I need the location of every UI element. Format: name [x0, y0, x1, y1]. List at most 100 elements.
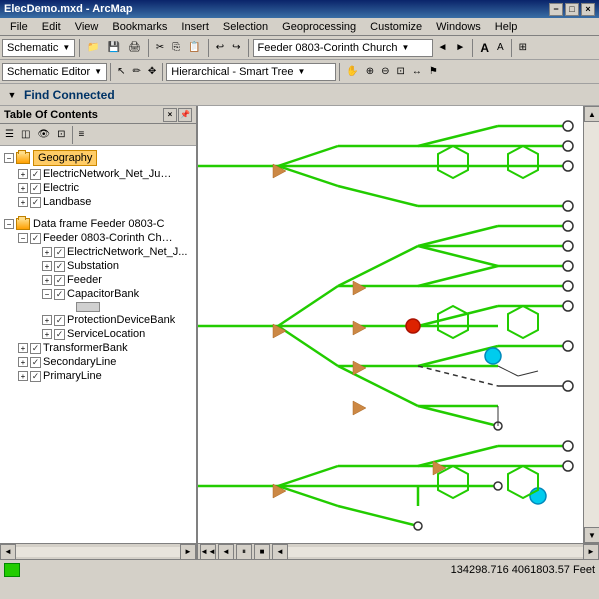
close-button[interactable]: ×	[581, 3, 595, 16]
menu-view[interactable]: View	[69, 20, 105, 34]
scroll-down-button[interactable]: ▼	[584, 527, 599, 543]
paste-button[interactable]: 📋	[185, 38, 203, 58]
substation-expander[interactable]: +	[42, 261, 52, 271]
toc-group-dataframe-header[interactable]: − Data frame Feeder 0803-C	[0, 217, 196, 231]
menu-edit[interactable]: Edit	[36, 20, 67, 34]
map-canvas[interactable]	[198, 106, 583, 543]
toc-item-en-net-j[interactable]: + ElectricNetwork_Net_J...	[38, 245, 196, 259]
menu-windows[interactable]: Windows	[430, 20, 487, 34]
toc-sel-btn[interactable]: ⊡	[54, 125, 68, 145]
electric-expander[interactable]: +	[18, 183, 28, 193]
minimize-button[interactable]: −	[549, 3, 563, 16]
en-junc-checkbox[interactable]	[30, 169, 41, 180]
smart-tree-dropdown[interactable]: Hierarchical - Smart Tree ▼	[166, 63, 336, 81]
schematic-dropdown[interactable]: Schematic ▼	[2, 39, 75, 57]
landbase-checkbox[interactable]	[30, 197, 41, 208]
move-tool[interactable]: ✥	[145, 62, 159, 82]
menu-insert[interactable]: Insert	[175, 20, 215, 34]
feeder-group-checkbox[interactable]	[30, 233, 41, 244]
scroll-right-button[interactable]: ►	[583, 544, 599, 560]
feeder-expander[interactable]: +	[42, 275, 52, 285]
open-button[interactable]: 📁	[84, 38, 102, 58]
font-small-button[interactable]: A	[494, 38, 507, 58]
zoom-pan-tool[interactable]: ✋	[343, 62, 361, 82]
redo-button[interactable]: ↪	[229, 38, 243, 58]
capacitorbank-checkbox[interactable]	[54, 289, 65, 300]
primaryline-checkbox[interactable]	[30, 371, 41, 382]
toc-item-transformerbank[interactable]: + TransformerBank	[14, 341, 196, 355]
print-button[interactable]: 🖨	[125, 38, 144, 58]
toc-item-landbase[interactable]: + Landbase	[14, 195, 196, 209]
toc-scroll-right[interactable]: ►	[180, 544, 196, 560]
undo-button[interactable]: ↩	[213, 38, 227, 58]
menu-customize[interactable]: Customize	[364, 20, 428, 34]
flag-tool[interactable]: ⚑	[426, 62, 441, 82]
toc-item-feeder[interactable]: + Feeder	[38, 273, 196, 287]
menu-help[interactable]: Help	[489, 20, 524, 34]
servicelocation-expander[interactable]: +	[42, 329, 52, 339]
secondaryline-checkbox[interactable]	[30, 357, 41, 368]
nav-first-button[interactable]: ◄◄	[200, 544, 216, 560]
menu-geoprocessing[interactable]: Geoprocessing	[276, 20, 362, 34]
landbase-expander[interactable]: +	[18, 197, 28, 207]
scroll-up-button[interactable]: ▲	[584, 106, 599, 122]
secondaryline-expander[interactable]: +	[18, 357, 28, 367]
toc-close-button[interactable]: ×	[163, 108, 177, 122]
feeder-checkbox[interactable]	[54, 275, 65, 286]
toc-visibility-btn[interactable]: 👁	[34, 125, 53, 145]
toc-options-btn[interactable]: ≡	[76, 125, 88, 145]
find-connected-expand[interactable]: ▼	[4, 87, 20, 103]
nav-stop-button[interactable]: ■	[254, 544, 270, 560]
grid-button[interactable]: ⊞	[516, 38, 530, 58]
feeder-dropdown[interactable]: Feeder 0803-Corinth Church ▼	[253, 39, 433, 57]
toc-item-substation[interactable]: + Substation	[38, 259, 196, 273]
menu-bookmarks[interactable]: Bookmarks	[106, 20, 173, 34]
zoom-extent-tool[interactable]: ⊡	[393, 62, 407, 82]
transformerbank-checkbox[interactable]	[30, 343, 41, 354]
nav-play-button[interactable]: ⏸	[236, 544, 252, 560]
feeder-nav-prev[interactable]: ◄	[435, 38, 451, 58]
protectiondevicebank-checkbox[interactable]	[54, 315, 65, 326]
scroll-track-vertical[interactable]	[584, 122, 599, 527]
route-tool[interactable]: ↔	[409, 62, 425, 82]
zoom-in-tool[interactable]: ⊕	[363, 62, 377, 82]
en-junc-expander[interactable]: +	[18, 169, 28, 179]
toc-source-btn[interactable]: ◫	[18, 125, 33, 145]
toc-item-primaryline[interactable]: + PrimaryLine	[14, 369, 196, 383]
toc-item-electric[interactable]: + Electric	[14, 181, 196, 195]
nav-prev-button[interactable]: ◄	[218, 544, 234, 560]
en-net-j-checkbox[interactable]	[54, 247, 65, 258]
toc-item-electricnetwork-junc[interactable]: + ElectricNetwork_Net_Junc...	[14, 167, 196, 181]
menu-selection[interactable]: Selection	[217, 20, 274, 34]
protectiondevicebank-expander[interactable]: +	[42, 315, 52, 325]
feeder-group-expander[interactable]: −	[18, 233, 28, 243]
en-net-j-expander[interactable]: +	[42, 247, 52, 257]
transformerbank-expander[interactable]: +	[18, 343, 28, 353]
toc-item-servicelocation[interactable]: + ServiceLocation	[38, 327, 196, 341]
schematic-editor-dropdown[interactable]: Schematic Editor ▼	[2, 63, 107, 81]
select-tool[interactable]: ↖	[114, 62, 128, 82]
toc-scroll-left[interactable]: ◄	[0, 544, 16, 560]
cut-button[interactable]: ✂	[153, 38, 167, 58]
save-button[interactable]: 💾	[105, 38, 123, 58]
horizontal-scroll-track[interactable]	[288, 547, 583, 557]
zoom-out-tool[interactable]: ⊖	[378, 62, 392, 82]
toc-dock-button[interactable]: 📌	[178, 108, 192, 122]
substation-checkbox[interactable]	[54, 261, 65, 272]
menu-file[interactable]: File	[4, 20, 34, 34]
feeder-nav-next[interactable]: ►	[452, 38, 468, 58]
capacitorbank-expander[interactable]: −	[42, 289, 52, 299]
toc-item-capacitorbank[interactable]: − CapacitorBank	[38, 287, 196, 301]
maximize-button[interactable]: □	[565, 3, 579, 16]
font-a-button[interactable]: A	[477, 38, 492, 58]
primaryline-expander[interactable]: +	[18, 371, 28, 381]
toc-item-secondaryline[interactable]: + SecondaryLine	[14, 355, 196, 369]
dataframe-expander[interactable]: −	[4, 219, 14, 229]
pencil-tool[interactable]: ✏	[129, 62, 143, 82]
geography-expander[interactable]: −	[4, 153, 14, 163]
scroll-left-button[interactable]: ◄	[272, 544, 288, 560]
toc-list-btn[interactable]: ☰	[2, 125, 17, 145]
window-controls[interactable]: − □ ×	[549, 3, 595, 16]
electric-checkbox[interactable]	[30, 183, 41, 194]
copy-button[interactable]: ⎘	[169, 38, 183, 58]
